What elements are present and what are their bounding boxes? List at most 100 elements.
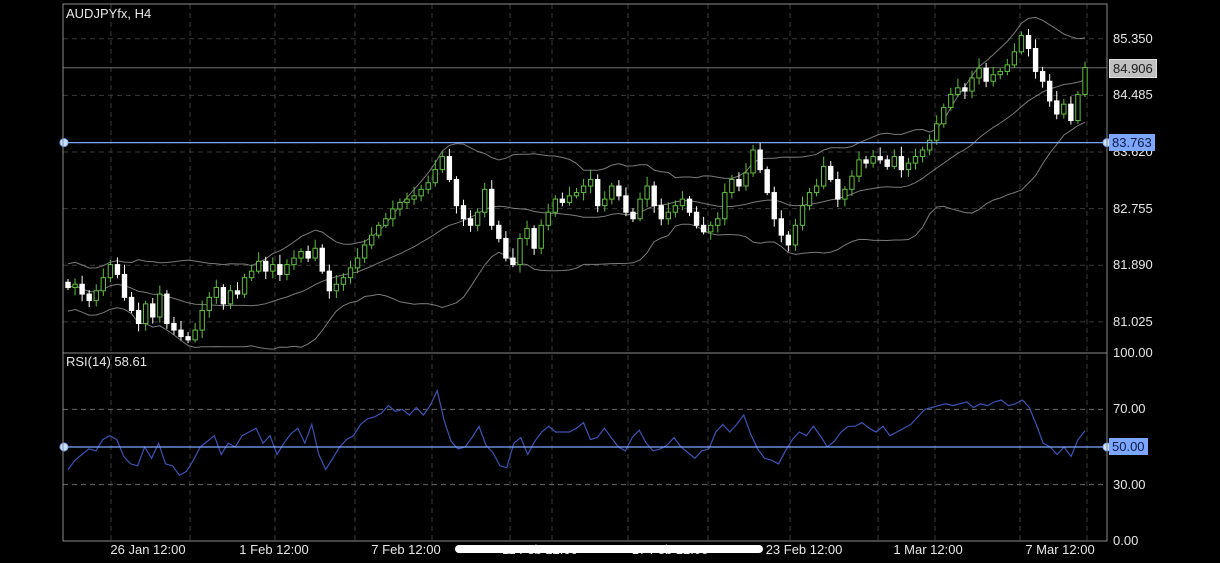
candle-body xyxy=(771,192,777,220)
candle-body xyxy=(121,273,128,298)
candle-body xyxy=(524,228,530,239)
candle-body xyxy=(178,329,184,338)
candle-body xyxy=(135,309,142,325)
candle xyxy=(955,78,961,97)
candle xyxy=(291,250,297,270)
candle-body xyxy=(757,149,763,171)
candle-body xyxy=(948,93,954,108)
candle-body xyxy=(376,224,382,236)
candle-body xyxy=(432,169,438,184)
candle-body xyxy=(326,270,333,292)
candle-body xyxy=(383,218,389,226)
candle-body xyxy=(707,224,714,233)
candle xyxy=(164,290,170,329)
candle-body xyxy=(686,198,693,213)
candle xyxy=(856,151,862,183)
candle-body xyxy=(630,211,636,220)
candle-body xyxy=(474,211,481,226)
candle xyxy=(1025,28,1032,57)
time-axis-label: 1 Feb 12:00 xyxy=(239,542,309,557)
candle-body xyxy=(319,247,325,272)
candle xyxy=(531,225,537,255)
price-horizontal-line-handle-left xyxy=(59,138,69,148)
time-axis-label: 7 Mar 12:00 xyxy=(1025,542,1095,557)
candle xyxy=(997,68,1003,80)
candle-body xyxy=(700,224,707,233)
candle-body xyxy=(616,185,622,197)
candle-body xyxy=(644,185,650,200)
candle xyxy=(86,290,92,308)
candle-body xyxy=(213,287,220,298)
candle-body xyxy=(1054,100,1060,115)
candle xyxy=(277,254,283,281)
candle-body xyxy=(142,303,149,325)
candle-body xyxy=(820,165,827,187)
candle xyxy=(828,161,834,183)
candle-body xyxy=(715,218,721,226)
candle-body xyxy=(835,178,841,200)
time-axis-label: 26 Jan 12:00 xyxy=(110,542,186,557)
candle xyxy=(813,178,820,197)
candle xyxy=(467,210,474,232)
candle xyxy=(644,176,650,207)
candle-body xyxy=(580,185,587,194)
candle xyxy=(142,300,149,331)
time-axis-label: 7 Feb 12:00 xyxy=(371,542,441,557)
time-axis-label: 23 Feb 12:00 xyxy=(765,542,843,557)
candle-body xyxy=(594,178,601,207)
candle-body xyxy=(305,251,311,259)
candle-body xyxy=(573,192,580,197)
candle-body xyxy=(1039,70,1046,82)
rsi-horizontal-line-handle-left xyxy=(59,442,69,452)
candle xyxy=(361,239,368,263)
candle-body xyxy=(503,237,509,259)
grid xyxy=(63,4,1107,541)
candle xyxy=(1032,39,1039,79)
candle xyxy=(693,206,700,229)
chart-frame xyxy=(62,3,1108,542)
candle xyxy=(171,316,177,335)
candle xyxy=(679,191,686,211)
candle xyxy=(390,200,396,227)
candle xyxy=(178,320,184,341)
candle-body xyxy=(354,257,361,269)
candle xyxy=(72,278,78,296)
candle xyxy=(665,202,672,225)
candle-body xyxy=(884,159,890,167)
candle xyxy=(418,184,424,202)
home-indicator[interactable] xyxy=(455,545,763,553)
candle-body xyxy=(361,244,368,259)
candle-body xyxy=(651,185,657,207)
candle xyxy=(1068,96,1074,125)
candle-body xyxy=(291,257,297,266)
candle xyxy=(319,244,325,274)
candle xyxy=(743,163,749,191)
candle-body xyxy=(1004,64,1011,72)
rsi-tick-label: 30.00 xyxy=(1113,476,1146,492)
price-tick-label: 81.025 xyxy=(1113,313,1153,329)
candle xyxy=(623,187,629,217)
candle-body xyxy=(912,156,919,164)
candle-body xyxy=(743,172,749,187)
candle xyxy=(630,208,636,223)
symbol-label: AUDJPYfx, H4 xyxy=(66,6,152,21)
candle xyxy=(1061,98,1067,119)
candle-body xyxy=(248,270,255,279)
candle-body xyxy=(792,224,799,246)
trading-chart[interactable] xyxy=(0,0,1220,563)
candle-body xyxy=(799,205,806,226)
candle-body xyxy=(933,123,940,141)
candle-body xyxy=(778,218,785,236)
candle xyxy=(538,219,544,255)
candle-body xyxy=(983,67,989,82)
candle xyxy=(849,170,855,196)
candle-body xyxy=(552,198,559,213)
candle-body xyxy=(990,74,996,82)
rsi-tick-label: 70.00 xyxy=(1113,401,1146,417)
rsi-line xyxy=(67,388,1086,476)
candle-body xyxy=(460,205,467,220)
candle-body xyxy=(764,169,770,194)
candle-body xyxy=(425,182,431,190)
candle-body xyxy=(559,198,566,203)
candle-body xyxy=(919,149,926,158)
